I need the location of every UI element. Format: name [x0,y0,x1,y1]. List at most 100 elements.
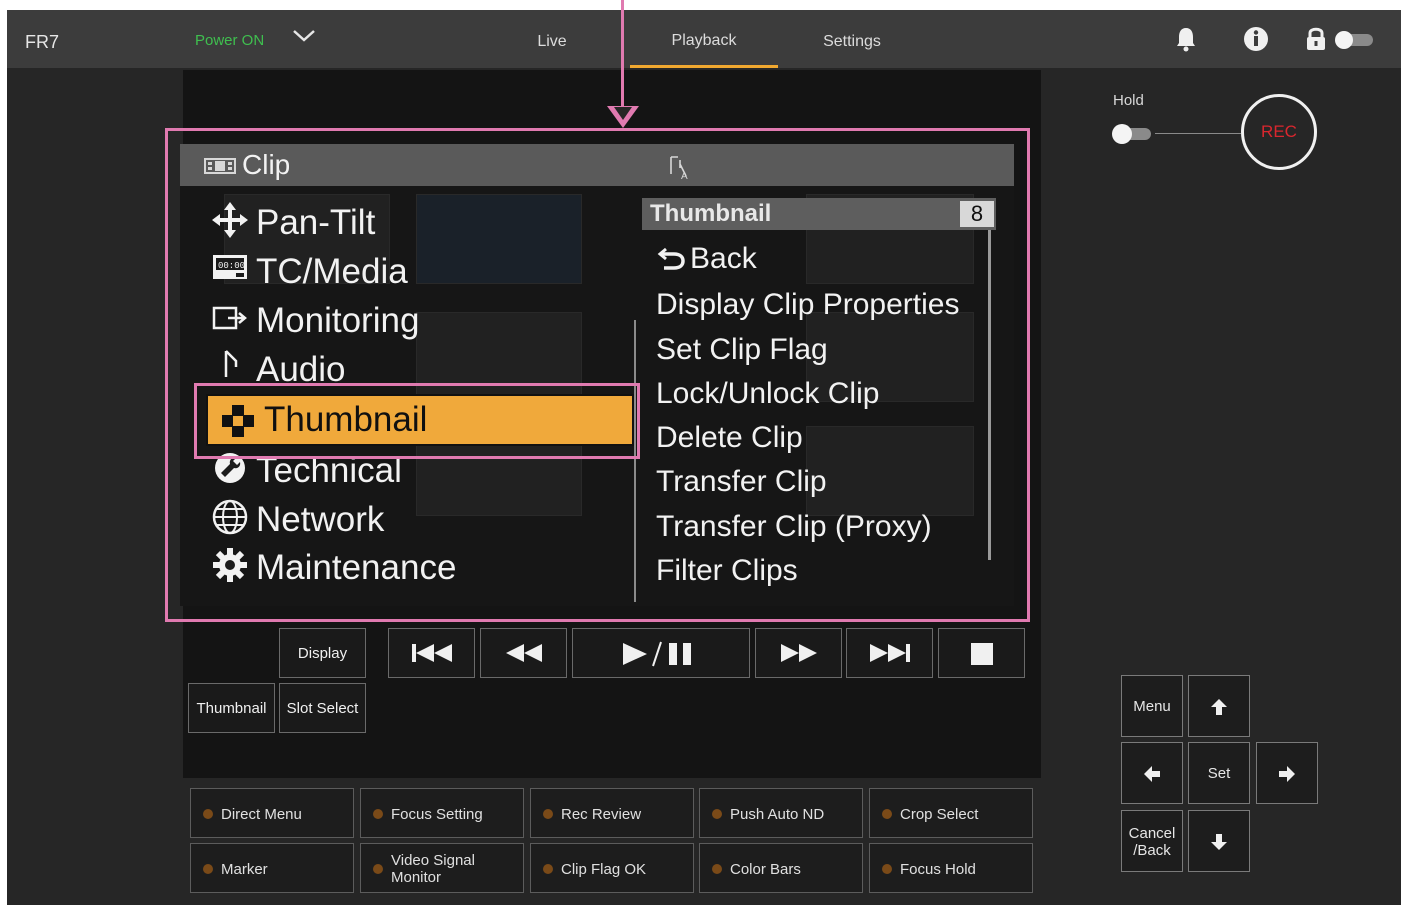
fast-forward-icon [780,644,817,662]
left-button[interactable] [1121,742,1183,804]
stop-icon [970,643,993,665]
skip-to-end-button[interactable] [846,628,933,678]
power-status[interactable]: Power ON [195,32,264,49]
skip-to-start-icon [411,644,452,662]
display-label: Display [297,645,348,662]
menu-item-label: Audio [256,350,346,383]
status-dot [882,809,892,819]
bell-icon[interactable] [1175,26,1197,57]
svg-text:A: A [681,171,688,180]
lock-icon[interactable] [1305,26,1327,57]
audio-icon [210,347,250,383]
tab-settings[interactable]: Settings [807,10,897,68]
assign-button-push-auto-nd[interactable]: Push Auto ND [699,788,863,838]
tab-live[interactable]: Live [507,10,597,68]
selected-item-highlight-frame [194,383,640,459]
up-button[interactable] [1188,675,1250,737]
play-pause-button[interactable] [572,628,750,678]
submenu-item-back[interactable]: Back [656,239,757,279]
lock-toggle[interactable] [1335,31,1373,49]
menu-header-title: Clip [242,149,291,180]
status-dot [203,809,213,819]
skip-to-end-icon [869,644,910,662]
svg-text:00:00: 00:00 [218,261,245,271]
settings-menu: Clip A Pan-Tilt 00:00 TC/Media Monitorin… [180,144,1014,606]
assign-button-video-signal-monitor[interactable]: Video Signal Monitor [360,843,524,893]
rec-button[interactable]: REC [1241,94,1317,170]
play-pause-icon [623,641,691,667]
stop-button[interactable] [938,628,1025,678]
chevron-down-icon[interactable] [291,26,317,52]
display-button[interactable]: Display [279,628,366,678]
arrow-down-icon [1211,834,1227,851]
menu-item-label: Network [256,500,385,539]
skip-to-start-button[interactable] [388,628,475,678]
menu-divider [634,320,636,602]
hold-toggle[interactable] [1112,124,1151,144]
monitoring-icon [210,298,250,352]
thumbnail-button[interactable]: Thumbnail [188,683,275,733]
menu-item-label: Monitoring [256,301,420,340]
thumbnail-tile [806,426,974,516]
submenu-count-badge: 8 [960,201,994,227]
submenu-header: Thumbnail 8 [642,198,996,230]
hold-connector-line [1155,133,1241,134]
submenu-item-lock-unlock-clip[interactable]: Lock/Unlock Clip [656,374,879,414]
submenu-item-transfer-clip-proxy[interactable]: Transfer Clip (Proxy) [656,507,932,547]
assign-button-crop-select[interactable]: Crop Select [869,788,1033,838]
menu-button-label: Menu [1133,698,1171,715]
assign-button-marker[interactable]: Marker [190,843,354,893]
down-button[interactable] [1188,810,1250,872]
touch-icon: A [668,154,692,185]
clip-icon [204,156,236,181]
rewind-button[interactable] [480,628,567,678]
menu-item-tc-media[interactable]: 00:00 TC/Media [210,249,408,295]
menu-item-label: TC/Media [256,252,408,291]
menu-button[interactable]: Menu [1121,675,1183,737]
arrow-right-icon [1279,766,1295,783]
tab-playback[interactable]: Playback [630,10,778,68]
status-dot [882,864,892,874]
arrow-left-icon [1144,766,1160,783]
assign-button-rec-review[interactable]: Rec Review [530,788,694,838]
submenu-item-filter-clips[interactable]: Filter Clips [656,551,798,591]
assign-button-focus-hold[interactable]: Focus Hold [869,843,1033,893]
fast-forward-button[interactable] [755,628,842,678]
assign-button-clip-flag-ok[interactable]: Clip Flag OK [530,843,694,893]
submenu-item-delete-clip[interactable]: Delete Clip [656,418,803,458]
right-button[interactable] [1256,742,1318,804]
globe-icon [210,497,250,551]
set-button-label: Set [1207,765,1231,782]
arrow-up-icon [1211,699,1227,716]
assign-button-direct-menu[interactable]: Direct Menu [190,788,354,838]
submenu-scrollbar[interactable] [988,230,991,560]
menu-header: Clip A [180,144,1014,186]
submenu-item-display-clip-properties[interactable]: Display Clip Properties [656,285,959,325]
annotation-arrow-head-inner [614,107,632,120]
app-name: FR7 [25,32,60,52]
info-icon[interactable] [1243,26,1269,57]
menu-item-monitoring[interactable]: Monitoring [210,298,419,344]
status-dot [712,809,722,819]
annotation-arrow-line [621,0,624,108]
slot-select-label: Slot Select [286,700,359,717]
cancel-back-button[interactable]: Cancel /Back [1121,810,1183,872]
rewind-icon [505,644,542,662]
menu-item-maintenance[interactable]: Maintenance [210,545,456,591]
submenu-item-transfer-clip[interactable]: Transfer Clip [656,462,827,502]
hold-label: Hold [1113,92,1144,109]
status-dot [373,864,383,874]
thumbnail-button-label: Thumbnail [196,700,267,717]
menu-item-network[interactable]: Network [210,497,384,543]
gear-icon [210,545,250,599]
assign-button-focus-setting[interactable]: Focus Setting [360,788,524,838]
status-dot [543,864,553,874]
submenu-item-set-clip-flag[interactable]: Set Clip Flag [656,330,828,370]
rec-label: REC [1261,122,1297,141]
menu-item-audio[interactable]: Audio [210,347,346,383]
slot-select-button[interactable]: Slot Select [279,683,366,733]
menu-item-pan-tilt[interactable]: Pan-Tilt [210,200,375,246]
assign-button-color-bars[interactable]: Color Bars [699,843,863,893]
submenu-title: Thumbnail [650,200,772,227]
set-button[interactable]: Set [1188,742,1250,804]
